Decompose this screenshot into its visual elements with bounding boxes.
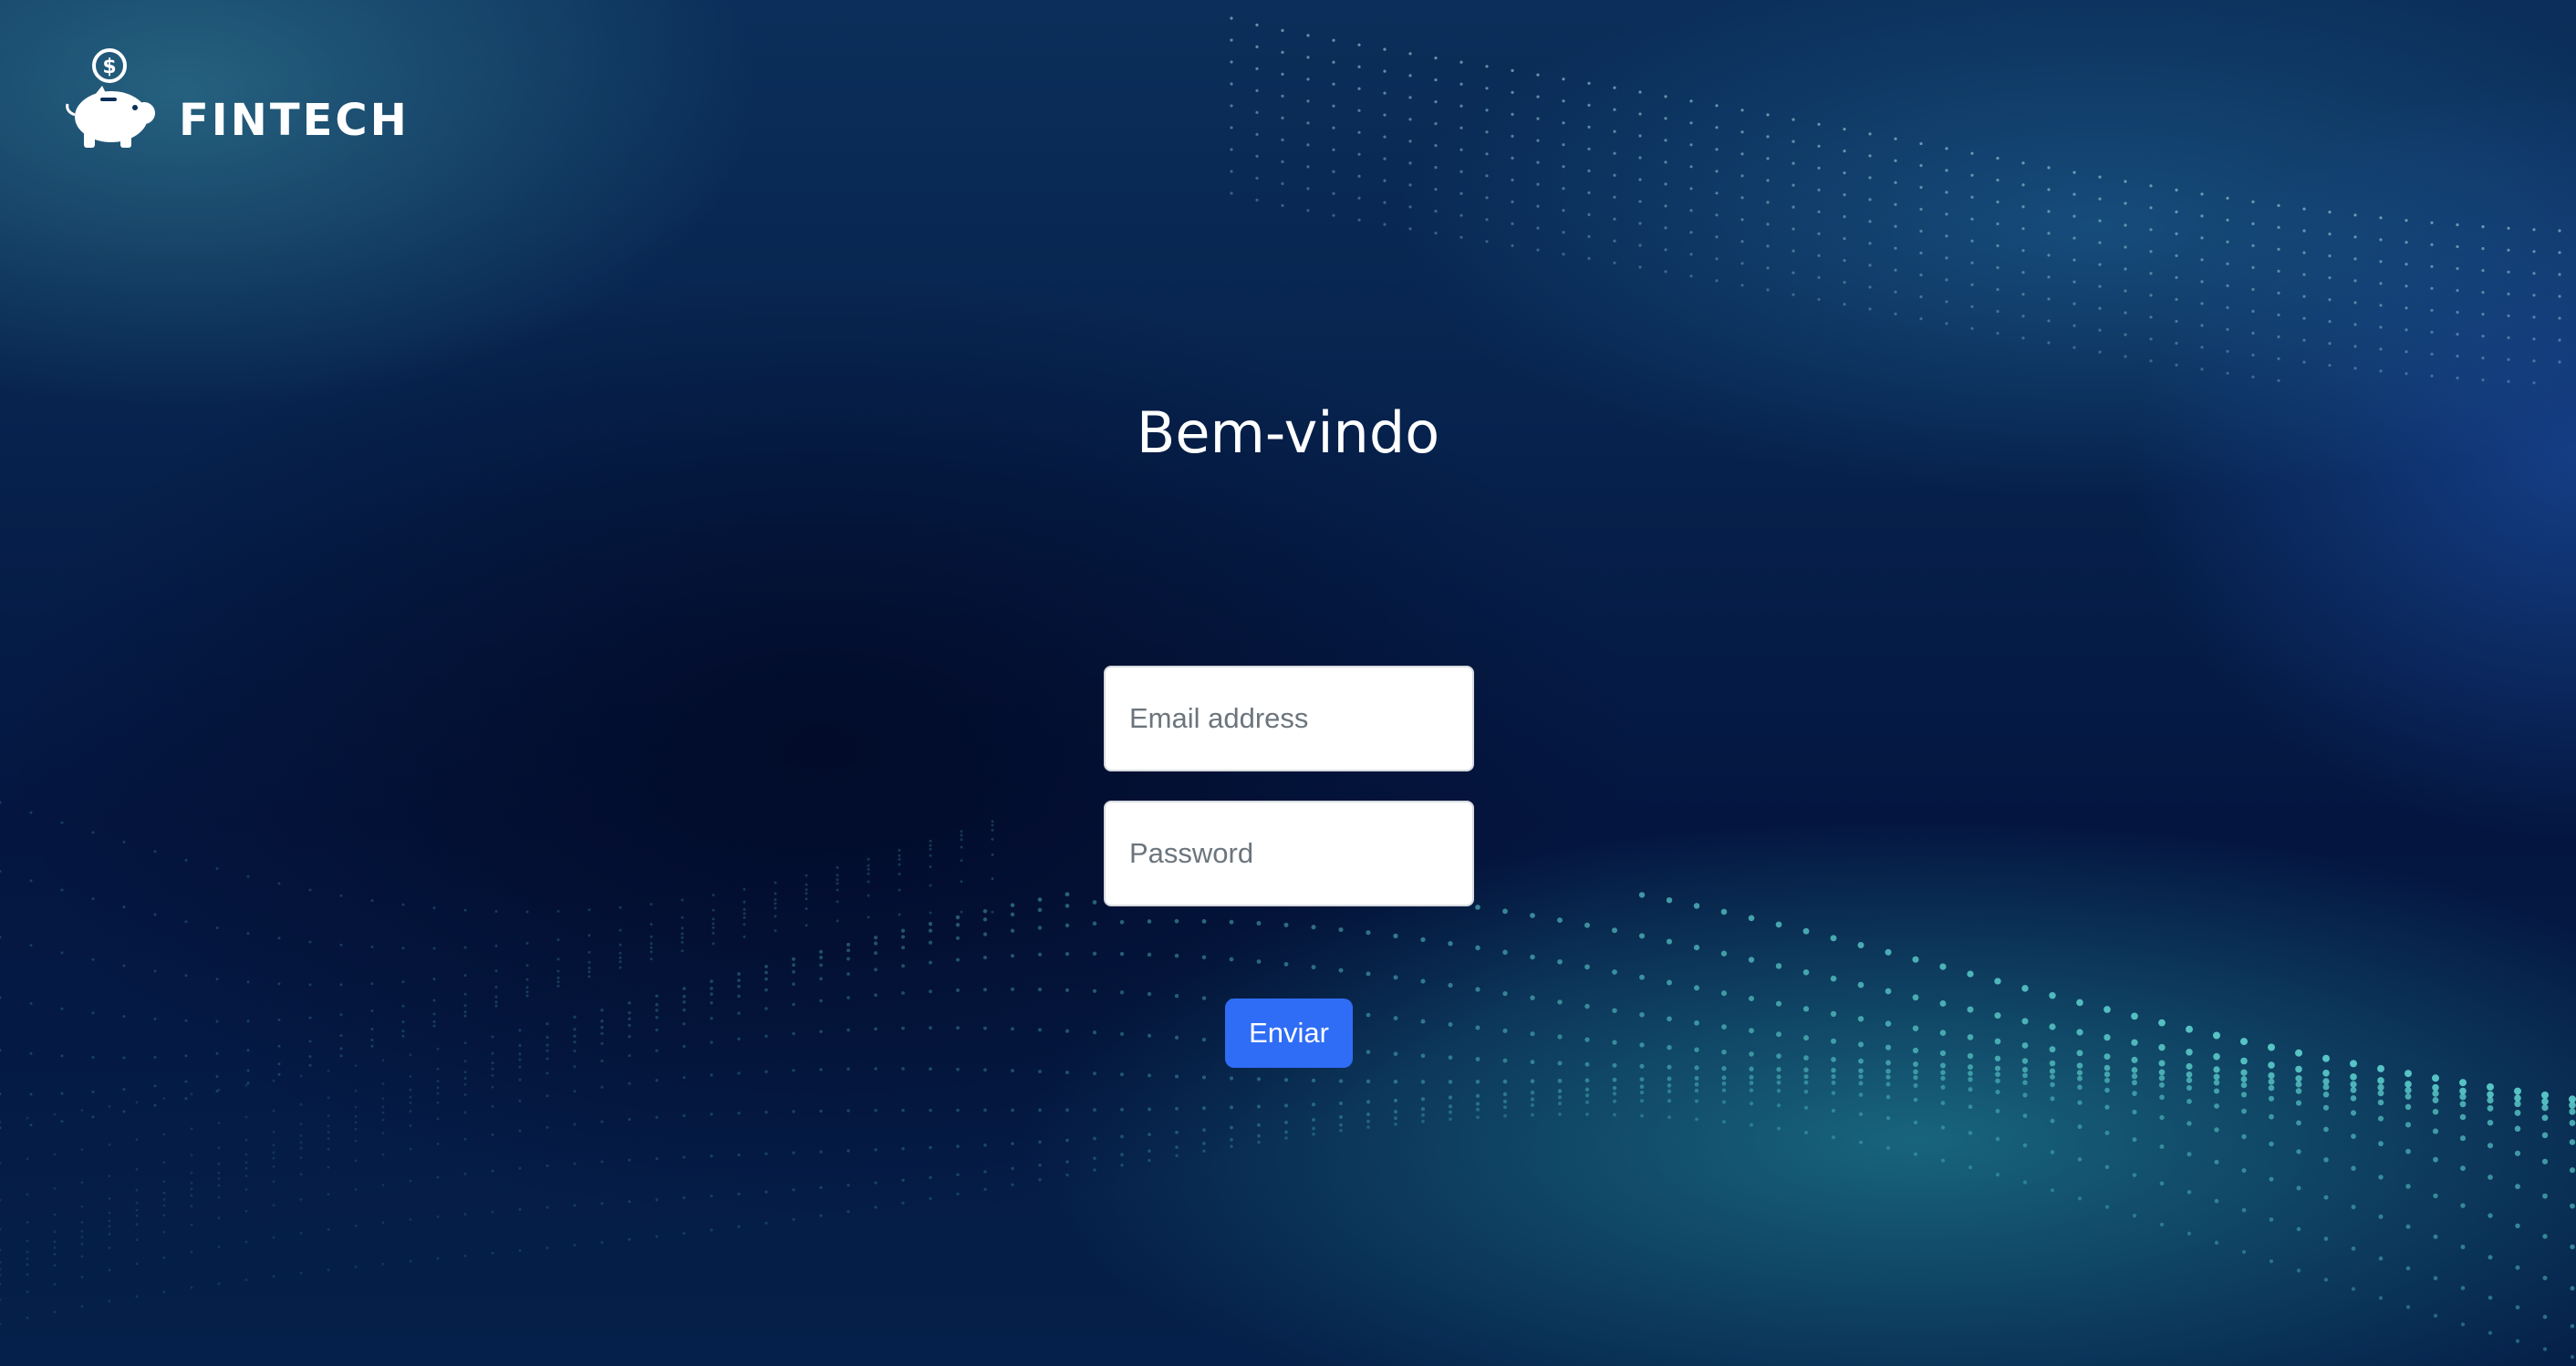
brand-logo[interactable]: $ FINTECH bbox=[58, 47, 410, 155]
brand-name: FINTECH bbox=[179, 95, 410, 146]
welcome-title: Bem-vindo bbox=[1136, 399, 1440, 466]
piggy-bank-icon: $ bbox=[66, 48, 155, 148]
login-page: $ FINTECH Bem-vindo Enviar bbox=[0, 0, 2576, 1366]
password-input[interactable] bbox=[1104, 801, 1474, 906]
email-input[interactable] bbox=[1104, 666, 1474, 771]
submit-button[interactable]: Enviar bbox=[1225, 999, 1353, 1068]
svg-text:$: $ bbox=[102, 56, 116, 78]
